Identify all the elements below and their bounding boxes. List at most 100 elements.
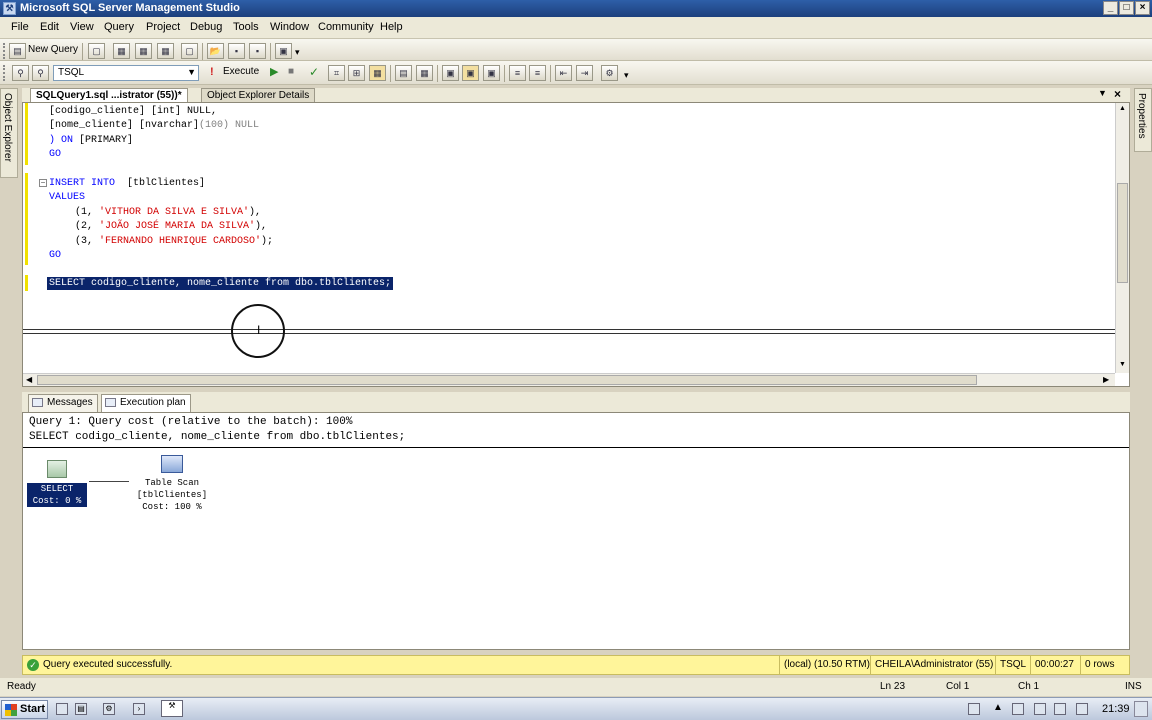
taskbar: Start ▤ ⚙ › ⚒ ▲ 21:39: [0, 697, 1152, 720]
code-token: [nome_cliente] [nvarchar]: [49, 120, 200, 131]
select-operator-icon[interactable]: [47, 460, 67, 478]
results-to-file-icon[interactable]: ▣: [442, 65, 459, 81]
show-desktop-icon[interactable]: [56, 703, 68, 715]
properties-strip[interactable]: Properties: [1134, 88, 1152, 152]
menu-tools[interactable]: Tools: [233, 21, 259, 33]
tray-sql-icon[interactable]: [1034, 703, 1046, 715]
toolbar-grip[interactable]: [3, 43, 6, 59]
tray-network-icon[interactable]: [1012, 703, 1024, 715]
maximize-icon[interactable]: □: [1119, 1, 1134, 15]
analysis-query-icon[interactable]: ▦: [113, 43, 130, 59]
start-label: Start: [20, 703, 46, 715]
menu-query[interactable]: Query: [104, 21, 134, 33]
object-explorer-strip[interactable]: Object Explorer: [0, 88, 18, 178]
menu-file[interactable]: File: [11, 21, 29, 33]
connect-icon[interactable]: ⚲: [12, 65, 29, 81]
toolbar-separator: [504, 65, 505, 82]
toolbar-separator: [270, 43, 271, 60]
show-desktop-button[interactable]: [1134, 701, 1148, 717]
decrease-indent-icon[interactable]: ⇤: [555, 65, 572, 81]
mdx-query-icon[interactable]: ▦: [135, 43, 152, 59]
menu-debug[interactable]: Debug: [190, 21, 222, 33]
table-scan-icon[interactable]: [161, 455, 183, 473]
tray-expand-icon[interactable]: ▲: [993, 702, 1003, 713]
execution-plan-panel[interactable]: Query 1: Query cost (relative to the bat…: [22, 412, 1130, 650]
menu-edit[interactable]: Edit: [40, 21, 59, 33]
tab-messages[interactable]: Messages: [28, 394, 98, 412]
chevron-down-icon[interactable]: ▼: [187, 67, 196, 77]
close-icon[interactable]: ×: [1135, 1, 1150, 15]
editor-splitter[interactable]: [23, 329, 1115, 334]
server-manager-icon[interactable]: ⚙: [103, 703, 115, 715]
code-line: GO: [49, 149, 62, 160]
windows-logo-icon: [5, 704, 17, 716]
code-line: VALUES: [49, 192, 86, 203]
menu-help[interactable]: Help: [380, 21, 403, 33]
include-actual-plan-icon[interactable]: ▦: [369, 65, 386, 81]
save-icon[interactable]: ▪: [228, 43, 245, 59]
uncomment-icon[interactable]: ≡: [529, 65, 546, 81]
scroll-up-icon[interactable]: ▲: [1119, 105, 1126, 112]
horizontal-scroll-thumb[interactable]: [37, 375, 977, 385]
specify-values-icon[interactable]: ⚙: [601, 65, 618, 81]
scroll-down-icon[interactable]: ▼: [1119, 361, 1126, 368]
cancel-query-icon[interactable]: ■: [288, 66, 294, 77]
toolbar-grip[interactable]: [3, 65, 6, 81]
estimated-plan-icon[interactable]: ⌗: [328, 65, 345, 81]
menu-project[interactable]: Project: [146, 21, 180, 33]
tray-action-icon[interactable]: [1054, 703, 1066, 715]
toolbar-overflow-icon[interactable]: ▾: [624, 70, 629, 81]
tabs-dropdown-icon[interactable]: ▼: [1098, 88, 1107, 98]
vertical-scrollbar[interactable]: ▲ ▼: [1115, 103, 1129, 373]
change-marker: [25, 103, 28, 165]
new-query-button[interactable]: New Query: [28, 44, 78, 55]
client-statistics-icon[interactable]: ▣: [462, 65, 479, 81]
fold-collapse-icon[interactable]: −: [39, 179, 47, 187]
explorer-icon[interactable]: ▤: [75, 703, 87, 715]
database-engine-query-icon[interactable]: ▢: [88, 43, 105, 59]
change-connection-icon[interactable]: ⚲: [32, 65, 49, 81]
close-tab-icon[interactable]: ×: [1114, 87, 1121, 101]
results-to-text-icon[interactable]: ▤: [395, 65, 412, 81]
results-to-grid-icon[interactable]: ▦: [416, 65, 433, 81]
query-designer-icon[interactable]: ⊞: [348, 65, 365, 81]
menu-community[interactable]: Community: [318, 21, 374, 33]
success-check-icon: ✓: [27, 659, 39, 671]
menu-view[interactable]: View: [70, 21, 94, 33]
scroll-right-icon[interactable]: ▶: [1103, 375, 1109, 384]
tray-volume-icon[interactable]: [1076, 703, 1088, 715]
code-token: ) ON: [49, 135, 74, 146]
tray-keyboard-icon[interactable]: [968, 703, 980, 715]
activity-monitor-icon[interactable]: ▣: [275, 43, 292, 59]
toolbar-separator: [437, 65, 438, 82]
vertical-scroll-thumb[interactable]: [1117, 183, 1128, 283]
start-button[interactable]: Start: [1, 700, 48, 719]
tab-execution-plan[interactable]: Execution plan: [101, 394, 191, 412]
open-file-icon[interactable]: 📂: [207, 43, 224, 59]
horizontal-scrollbar[interactable]: ◀ ▶: [23, 373, 1115, 386]
parse-icon[interactable]: ✓: [309, 65, 319, 79]
select-operator-node[interactable]: SELECT Cost: 0 %: [27, 483, 87, 507]
database-select[interactable]: TSQL ▼: [53, 65, 199, 81]
toolbar-overflow-icon[interactable]: ▾: [295, 47, 300, 58]
tab-sqlquery1[interactable]: SQLQuery1.sql ...istrator (55))*: [30, 88, 188, 102]
dmx-query-icon[interactable]: ▦: [157, 43, 174, 59]
menu-window[interactable]: Window: [270, 21, 309, 33]
table-scan-node[interactable]: Table Scan [tblClientes] Cost: 100 %: [123, 477, 221, 513]
minimize-icon[interactable]: _: [1103, 1, 1118, 15]
xmla-query-icon[interactable]: ▢: [181, 43, 198, 59]
scroll-left-icon[interactable]: ◀: [26, 375, 32, 384]
tab-object-explorer-details[interactable]: Object Explorer Details: [201, 88, 316, 102]
code-token: [PRIMARY]: [73, 135, 134, 146]
increase-indent-icon[interactable]: ⇥: [576, 65, 593, 81]
query-editor[interactable]: [codigo_cliente] [int] NULL, [nome_clien…: [22, 102, 1130, 387]
debug-icon[interactable]: ▶: [270, 65, 278, 78]
execute-button[interactable]: Execute: [223, 66, 259, 77]
ssms-taskbar-button[interactable]: ⚒: [161, 700, 183, 717]
powershell-icon[interactable]: ›: [133, 703, 145, 715]
intellisense-icon[interactable]: ▣: [483, 65, 500, 81]
clock[interactable]: 21:39: [1102, 703, 1130, 715]
comment-icon[interactable]: ≡: [509, 65, 526, 81]
selected-code-line[interactable]: SELECT codigo_cliente, nome_cliente from…: [47, 277, 394, 290]
save-all-icon[interactable]: ▪: [249, 43, 266, 59]
